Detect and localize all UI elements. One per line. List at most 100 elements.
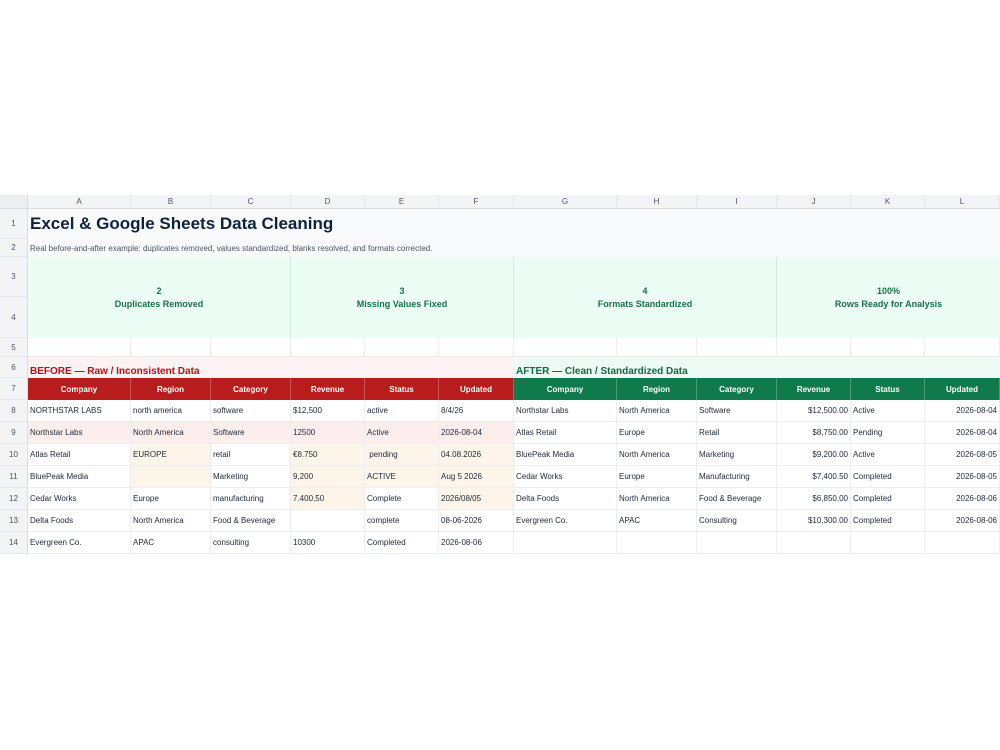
select-all-corner[interactable]: [0, 195, 28, 209]
empty-cell[interactable]: [925, 338, 1000, 357]
empty-cell[interactable]: [211, 338, 291, 357]
before-section-label[interactable]: BEFORE — Raw / Inconsistent Data: [28, 357, 514, 378]
after-cell-revenue[interactable]: $7,400.50: [777, 466, 851, 488]
row-number[interactable]: 6: [0, 357, 28, 378]
before-cell-status[interactable]: pending: [365, 444, 439, 466]
before-cell-updated[interactable]: 8/4/26: [439, 400, 514, 422]
column-header-j[interactable]: J: [777, 195, 851, 208]
before-header-updated[interactable]: Updated: [439, 378, 514, 400]
after-section-label[interactable]: AFTER — Clean / Standardized Data: [514, 357, 1000, 378]
after-cell-revenue[interactable]: $6,850.00: [777, 488, 851, 510]
after-cell-company[interactable]: BluePeak Media: [514, 444, 617, 466]
after-cell-status[interactable]: Completed: [851, 488, 925, 510]
after-cell-region[interactable]: APAC: [617, 510, 697, 532]
before-cell-company[interactable]: Atlas Retail: [28, 444, 131, 466]
column-header-k[interactable]: K: [851, 195, 925, 208]
after-cell-category[interactable]: Food & Beverage: [697, 488, 777, 510]
before-cell-revenue[interactable]: 7.400,50: [291, 488, 365, 510]
column-header-b[interactable]: B: [131, 195, 211, 208]
before-cell-category[interactable]: Marketing: [211, 466, 291, 488]
before-header-region[interactable]: Region: [131, 378, 211, 400]
before-cell-company[interactable]: NORTHSTAR LABS: [28, 400, 131, 422]
after-header-region[interactable]: Region: [617, 378, 697, 400]
before-cell-category[interactable]: consulting: [211, 532, 291, 554]
row-number[interactable]: 5: [0, 338, 28, 357]
after-cell-status[interactable]: Completed: [851, 466, 925, 488]
after-cell-region[interactable]: North America: [617, 488, 697, 510]
after-cell-category[interactable]: Marketing: [697, 444, 777, 466]
row-number[interactable]: 10: [0, 444, 28, 466]
before-cell-company[interactable]: Cedar Works: [28, 488, 131, 510]
before-cell-category[interactable]: manufacturing: [211, 488, 291, 510]
row-number[interactable]: 14: [0, 532, 28, 554]
before-cell-status[interactable]: ACTIVE: [365, 466, 439, 488]
before-cell-revenue[interactable]: 12500: [291, 422, 365, 444]
row-number[interactable]: 13: [0, 510, 28, 532]
empty-cell[interactable]: [851, 532, 925, 554]
metric-card-ready[interactable]: 100% Rows Ready for Analysis: [777, 257, 1000, 338]
after-header-revenue[interactable]: Revenue: [777, 378, 851, 400]
column-header-e[interactable]: E: [365, 195, 439, 208]
after-cell-company[interactable]: Northstar Labs: [514, 400, 617, 422]
row-number[interactable]: 2: [0, 239, 28, 257]
after-cell-status[interactable]: Active: [851, 444, 925, 466]
metric-card-duplicates[interactable]: 2 Duplicates Removed: [28, 257, 291, 338]
empty-cell[interactable]: [131, 338, 211, 357]
after-cell-updated[interactable]: 2026-08-04: [925, 422, 1000, 444]
before-cell-category[interactable]: Software: [211, 422, 291, 444]
row-number[interactable]: 12: [0, 488, 28, 510]
after-cell-updated[interactable]: 2026-08-06: [925, 488, 1000, 510]
after-cell-updated[interactable]: 2026-08-05: [925, 466, 1000, 488]
before-header-revenue[interactable]: Revenue: [291, 378, 365, 400]
before-cell-status[interactable]: active: [365, 400, 439, 422]
row-number[interactable]: 3: [0, 257, 28, 297]
before-cell-updated[interactable]: 2026-08-04: [439, 422, 514, 444]
after-cell-category[interactable]: Software: [697, 400, 777, 422]
column-header-a[interactable]: A: [28, 195, 131, 208]
after-cell-region[interactable]: Europe: [617, 466, 697, 488]
before-cell-updated[interactable]: 2026-08-06: [439, 532, 514, 554]
empty-cell[interactable]: [514, 532, 617, 554]
before-cell-category[interactable]: software: [211, 400, 291, 422]
after-cell-status[interactable]: Active: [851, 400, 925, 422]
empty-cell[interactable]: [617, 532, 697, 554]
after-cell-category[interactable]: Retail: [697, 422, 777, 444]
before-cell-revenue[interactable]: 10300: [291, 532, 365, 554]
empty-cell[interactable]: [697, 532, 777, 554]
column-header-d[interactable]: D: [291, 195, 365, 208]
before-cell-company[interactable]: Delta Foods: [28, 510, 131, 532]
before-cell-region[interactable]: North America: [131, 422, 211, 444]
after-cell-revenue[interactable]: $8,750.00: [777, 422, 851, 444]
before-cell-revenue[interactable]: $12,500: [291, 400, 365, 422]
after-header-category[interactable]: Category: [697, 378, 777, 400]
before-cell-region[interactable]: APAC: [131, 532, 211, 554]
after-cell-region[interactable]: North America: [617, 400, 697, 422]
before-header-company[interactable]: Company: [28, 378, 131, 400]
after-cell-category[interactable]: Consulting: [697, 510, 777, 532]
before-cell-region[interactable]: EUROPE: [131, 444, 211, 466]
before-cell-region[interactable]: [131, 466, 211, 488]
after-cell-company[interactable]: Evergreen Co.: [514, 510, 617, 532]
after-cell-category[interactable]: Manufacturing: [697, 466, 777, 488]
before-cell-updated[interactable]: 2026/08/05: [439, 488, 514, 510]
empty-cell[interactable]: [777, 532, 851, 554]
after-cell-company[interactable]: Atlas Retail: [514, 422, 617, 444]
after-cell-revenue[interactable]: $10,300.00: [777, 510, 851, 532]
after-cell-status[interactable]: Pending: [851, 422, 925, 444]
before-cell-updated[interactable]: Aug 5 2026: [439, 466, 514, 488]
column-header-f[interactable]: F: [439, 195, 514, 208]
empty-cell[interactable]: [28, 338, 131, 357]
metric-card-missing[interactable]: 3 Missing Values Fixed: [291, 257, 514, 338]
after-header-status[interactable]: Status: [851, 378, 925, 400]
row-number[interactable]: 9: [0, 422, 28, 444]
before-cell-company[interactable]: Evergreen Co.: [28, 532, 131, 554]
before-cell-revenue[interactable]: 9,200: [291, 466, 365, 488]
after-cell-revenue[interactable]: $12,500.00: [777, 400, 851, 422]
empty-cell[interactable]: [439, 338, 514, 357]
before-cell-company[interactable]: Northstar Labs: [28, 422, 131, 444]
before-cell-category[interactable]: retail: [211, 444, 291, 466]
before-cell-company[interactable]: BluePeak Media: [28, 466, 131, 488]
empty-cell[interactable]: [514, 338, 617, 357]
before-cell-category[interactable]: Food & Beverage: [211, 510, 291, 532]
after-cell-updated[interactable]: 2026-08-06: [925, 510, 1000, 532]
